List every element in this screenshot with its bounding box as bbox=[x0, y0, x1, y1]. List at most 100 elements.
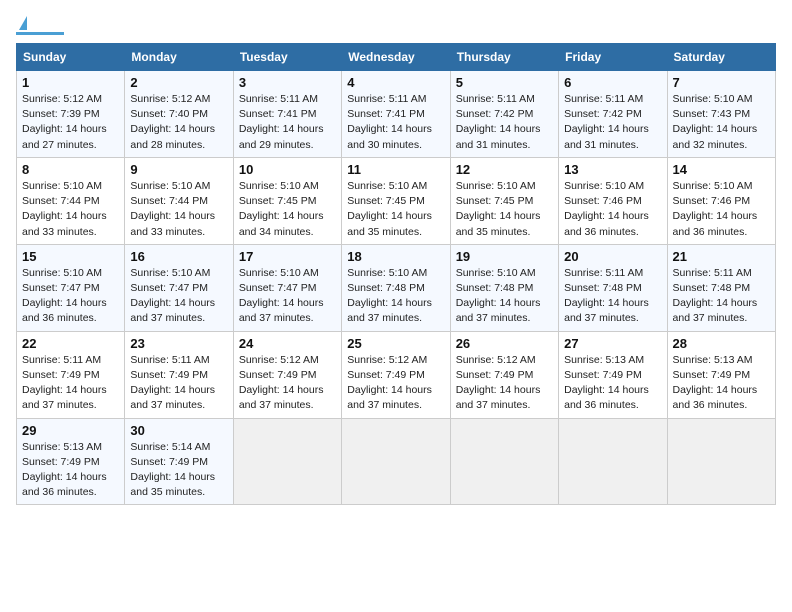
empty-cell bbox=[342, 418, 450, 505]
day-cell-7: 7 Sunrise: 5:10 AMSunset: 7:43 PMDayligh… bbox=[667, 71, 775, 158]
weekday-header-row: SundayMondayTuesdayWednesdayThursdayFrid… bbox=[17, 44, 776, 71]
weekday-header-tuesday: Tuesday bbox=[233, 44, 341, 71]
day-cell-25: 25 Sunrise: 5:12 AMSunset: 7:49 PMDaylig… bbox=[342, 331, 450, 418]
weekday-header-sunday: Sunday bbox=[17, 44, 125, 71]
page-header bbox=[16, 16, 776, 35]
day-number: 1 bbox=[22, 75, 119, 90]
day-number: 23 bbox=[130, 336, 227, 351]
day-info: Sunrise: 5:12 AMSunset: 7:40 PMDaylight:… bbox=[130, 92, 227, 153]
day-number: 2 bbox=[130, 75, 227, 90]
day-info: Sunrise: 5:11 AMSunset: 7:48 PMDaylight:… bbox=[673, 266, 770, 327]
day-info: Sunrise: 5:10 AMSunset: 7:48 PMDaylight:… bbox=[456, 266, 553, 327]
day-info: Sunrise: 5:11 AMSunset: 7:42 PMDaylight:… bbox=[456, 92, 553, 153]
logo bbox=[16, 16, 64, 35]
day-number: 19 bbox=[456, 249, 553, 264]
day-number: 29 bbox=[22, 423, 119, 438]
day-cell-2: 2 Sunrise: 5:12 AMSunset: 7:40 PMDayligh… bbox=[125, 71, 233, 158]
day-info: Sunrise: 5:13 AMSunset: 7:49 PMDaylight:… bbox=[22, 440, 119, 501]
day-number: 25 bbox=[347, 336, 444, 351]
day-info: Sunrise: 5:13 AMSunset: 7:49 PMDaylight:… bbox=[564, 353, 661, 414]
day-cell-18: 18 Sunrise: 5:10 AMSunset: 7:48 PMDaylig… bbox=[342, 244, 450, 331]
day-number: 17 bbox=[239, 249, 336, 264]
weekday-header-friday: Friday bbox=[559, 44, 667, 71]
day-number: 7 bbox=[673, 75, 770, 90]
day-number: 11 bbox=[347, 162, 444, 177]
day-info: Sunrise: 5:10 AMSunset: 7:44 PMDaylight:… bbox=[22, 179, 119, 240]
day-info: Sunrise: 5:10 AMSunset: 7:45 PMDaylight:… bbox=[347, 179, 444, 240]
day-number: 20 bbox=[564, 249, 661, 264]
day-cell-3: 3 Sunrise: 5:11 AMSunset: 7:41 PMDayligh… bbox=[233, 71, 341, 158]
day-info: Sunrise: 5:10 AMSunset: 7:46 PMDaylight:… bbox=[564, 179, 661, 240]
day-cell-21: 21 Sunrise: 5:11 AMSunset: 7:48 PMDaylig… bbox=[667, 244, 775, 331]
day-cell-24: 24 Sunrise: 5:12 AMSunset: 7:49 PMDaylig… bbox=[233, 331, 341, 418]
day-cell-13: 13 Sunrise: 5:10 AMSunset: 7:46 PMDaylig… bbox=[559, 157, 667, 244]
calendar-week-4: 22 Sunrise: 5:11 AMSunset: 7:49 PMDaylig… bbox=[17, 331, 776, 418]
day-cell-11: 11 Sunrise: 5:10 AMSunset: 7:45 PMDaylig… bbox=[342, 157, 450, 244]
day-number: 9 bbox=[130, 162, 227, 177]
day-info: Sunrise: 5:10 AMSunset: 7:47 PMDaylight:… bbox=[130, 266, 227, 327]
day-number: 21 bbox=[673, 249, 770, 264]
day-info: Sunrise: 5:10 AMSunset: 7:47 PMDaylight:… bbox=[239, 266, 336, 327]
day-number: 18 bbox=[347, 249, 444, 264]
day-info: Sunrise: 5:10 AMSunset: 7:46 PMDaylight:… bbox=[673, 179, 770, 240]
day-number: 15 bbox=[22, 249, 119, 264]
day-cell-10: 10 Sunrise: 5:10 AMSunset: 7:45 PMDaylig… bbox=[233, 157, 341, 244]
calendar-week-1: 1 Sunrise: 5:12 AMSunset: 7:39 PMDayligh… bbox=[17, 71, 776, 158]
day-cell-27: 27 Sunrise: 5:13 AMSunset: 7:49 PMDaylig… bbox=[559, 331, 667, 418]
day-info: Sunrise: 5:14 AMSunset: 7:49 PMDaylight:… bbox=[130, 440, 227, 501]
day-cell-26: 26 Sunrise: 5:12 AMSunset: 7:49 PMDaylig… bbox=[450, 331, 558, 418]
empty-cell bbox=[233, 418, 341, 505]
day-cell-22: 22 Sunrise: 5:11 AMSunset: 7:49 PMDaylig… bbox=[17, 331, 125, 418]
weekday-header-monday: Monday bbox=[125, 44, 233, 71]
day-number: 27 bbox=[564, 336, 661, 351]
day-info: Sunrise: 5:13 AMSunset: 7:49 PMDaylight:… bbox=[673, 353, 770, 414]
day-info: Sunrise: 5:11 AMSunset: 7:49 PMDaylight:… bbox=[130, 353, 227, 414]
day-number: 4 bbox=[347, 75, 444, 90]
day-info: Sunrise: 5:10 AMSunset: 7:45 PMDaylight:… bbox=[456, 179, 553, 240]
day-cell-14: 14 Sunrise: 5:10 AMSunset: 7:46 PMDaylig… bbox=[667, 157, 775, 244]
weekday-header-thursday: Thursday bbox=[450, 44, 558, 71]
day-number: 22 bbox=[22, 336, 119, 351]
day-number: 10 bbox=[239, 162, 336, 177]
day-cell-23: 23 Sunrise: 5:11 AMSunset: 7:49 PMDaylig… bbox=[125, 331, 233, 418]
calendar-table: SundayMondayTuesdayWednesdayThursdayFrid… bbox=[16, 43, 776, 505]
day-info: Sunrise: 5:11 AMSunset: 7:41 PMDaylight:… bbox=[347, 92, 444, 153]
day-cell-19: 19 Sunrise: 5:10 AMSunset: 7:48 PMDaylig… bbox=[450, 244, 558, 331]
logo-underline bbox=[16, 32, 64, 35]
day-number: 8 bbox=[22, 162, 119, 177]
day-cell-6: 6 Sunrise: 5:11 AMSunset: 7:42 PMDayligh… bbox=[559, 71, 667, 158]
day-info: Sunrise: 5:12 AMSunset: 7:39 PMDaylight:… bbox=[22, 92, 119, 153]
day-number: 5 bbox=[456, 75, 553, 90]
day-cell-5: 5 Sunrise: 5:11 AMSunset: 7:42 PMDayligh… bbox=[450, 71, 558, 158]
day-cell-9: 9 Sunrise: 5:10 AMSunset: 7:44 PMDayligh… bbox=[125, 157, 233, 244]
day-number: 13 bbox=[564, 162, 661, 177]
day-info: Sunrise: 5:10 AMSunset: 7:48 PMDaylight:… bbox=[347, 266, 444, 327]
day-number: 30 bbox=[130, 423, 227, 438]
weekday-header-saturday: Saturday bbox=[667, 44, 775, 71]
day-cell-12: 12 Sunrise: 5:10 AMSunset: 7:45 PMDaylig… bbox=[450, 157, 558, 244]
day-cell-4: 4 Sunrise: 5:11 AMSunset: 7:41 PMDayligh… bbox=[342, 71, 450, 158]
day-info: Sunrise: 5:11 AMSunset: 7:41 PMDaylight:… bbox=[239, 92, 336, 153]
calendar-body: 1 Sunrise: 5:12 AMSunset: 7:39 PMDayligh… bbox=[17, 71, 776, 505]
empty-cell bbox=[559, 418, 667, 505]
calendar-week-3: 15 Sunrise: 5:10 AMSunset: 7:47 PMDaylig… bbox=[17, 244, 776, 331]
empty-cell bbox=[450, 418, 558, 505]
day-cell-17: 17 Sunrise: 5:10 AMSunset: 7:47 PMDaylig… bbox=[233, 244, 341, 331]
day-number: 14 bbox=[673, 162, 770, 177]
day-info: Sunrise: 5:12 AMSunset: 7:49 PMDaylight:… bbox=[456, 353, 553, 414]
day-cell-1: 1 Sunrise: 5:12 AMSunset: 7:39 PMDayligh… bbox=[17, 71, 125, 158]
day-number: 6 bbox=[564, 75, 661, 90]
day-info: Sunrise: 5:11 AMSunset: 7:42 PMDaylight:… bbox=[564, 92, 661, 153]
day-cell-8: 8 Sunrise: 5:10 AMSunset: 7:44 PMDayligh… bbox=[17, 157, 125, 244]
day-number: 12 bbox=[456, 162, 553, 177]
day-info: Sunrise: 5:12 AMSunset: 7:49 PMDaylight:… bbox=[239, 353, 336, 414]
day-cell-20: 20 Sunrise: 5:11 AMSunset: 7:48 PMDaylig… bbox=[559, 244, 667, 331]
day-info: Sunrise: 5:10 AMSunset: 7:44 PMDaylight:… bbox=[130, 179, 227, 240]
day-number: 26 bbox=[456, 336, 553, 351]
logo-triangle-icon bbox=[19, 16, 27, 30]
weekday-header-wednesday: Wednesday bbox=[342, 44, 450, 71]
day-cell-16: 16 Sunrise: 5:10 AMSunset: 7:47 PMDaylig… bbox=[125, 244, 233, 331]
day-number: 16 bbox=[130, 249, 227, 264]
calendar-header: SundayMondayTuesdayWednesdayThursdayFrid… bbox=[17, 44, 776, 71]
calendar-week-5: 29 Sunrise: 5:13 AMSunset: 7:49 PMDaylig… bbox=[17, 418, 776, 505]
